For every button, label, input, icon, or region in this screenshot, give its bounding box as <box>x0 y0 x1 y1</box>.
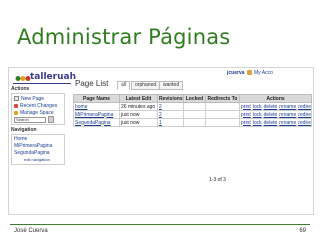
recent-changes-link[interactable]: Recent Changes <box>14 102 62 109</box>
rename-link[interactable]: rename <box>279 104 296 110</box>
user-link[interactable]: jcuerva <box>227 70 245 76</box>
column-latest-edit[interactable]: Latest Edit <box>119 94 158 103</box>
search-row: Search <box>14 116 62 123</box>
column-redirects-to[interactable]: Redirects To <box>205 94 240 103</box>
redirect-link[interactable]: redirect <box>298 104 310 110</box>
actions-box: New Page Recent Changes Manage Space Sea… <box>11 93 65 125</box>
revisions-link[interactable]: 2 <box>157 110 184 119</box>
table-header-row: Page Name Latest Edit Revisions Locked R… <box>73 94 312 103</box>
new-page-link[interactable]: New Page <box>14 95 62 102</box>
tab-orphaned[interactable]: orphaned <box>131 81 161 90</box>
footer-page-number: 69 <box>299 228 306 234</box>
new-page-label: New Page <box>21 95 45 102</box>
site-name-underline <box>13 83 71 84</box>
footer-author: José Cuerva <box>14 228 48 234</box>
locked-cell <box>183 110 206 119</box>
redirect-link[interactable]: redirect <box>298 120 310 126</box>
locked-cell <box>183 102 206 111</box>
page-name-link[interactable]: SegundaPagina <box>73 118 120 127</box>
row-actions: printlockdeleterenameredirect <box>239 118 312 127</box>
latest-edit: just now <box>119 110 158 119</box>
rename-link[interactable]: rename <box>279 120 296 126</box>
column-locked[interactable]: Locked <box>183 94 206 103</box>
print-link[interactable]: print <box>241 104 251 110</box>
recent-changes-label: Recent Changes <box>20 102 58 109</box>
lock-link[interactable]: lock <box>253 120 262 126</box>
new-page-icon <box>14 96 19 101</box>
my-account-link[interactable]: My Acco <box>254 70 273 76</box>
search-go-button[interactable] <box>48 116 54 123</box>
redirects-to-cell <box>205 118 240 127</box>
table-row: MiPrimeraPagina just now 2 print lock dele… <box>73 110 312 119</box>
table-row: SegundaPagina just now 1 print lock delete… <box>73 118 312 127</box>
redirects-to-cell <box>205 110 240 119</box>
row-actions: printlockdeleterenameredirect <box>239 102 312 111</box>
manage-space-icon <box>14 110 18 115</box>
actions-heading: Actions <box>11 86 30 92</box>
column-actions: Actions <box>239 94 312 103</box>
page-title: Page List <box>75 79 109 88</box>
recent-changes-icon <box>14 103 18 108</box>
column-page-name[interactable]: Page Name <box>73 94 120 103</box>
pagination-text: 1-3 of 3 <box>209 177 226 183</box>
tab-all[interactable]: all <box>117 81 131 90</box>
search-input[interactable]: Search <box>14 116 46 123</box>
print-link[interactable]: print <box>241 120 251 126</box>
slide-title: Administrar Páginas <box>17 25 231 49</box>
print-link[interactable]: print <box>241 112 251 118</box>
column-revisions[interactable]: Revisions <box>157 94 184 103</box>
delete-link[interactable]: delete <box>264 112 278 118</box>
delete-link[interactable]: delete <box>264 120 278 126</box>
sidebar: Actions New Page Recent Changes Manage S… <box>9 86 67 167</box>
tab-wanted[interactable]: wanted <box>159 81 184 90</box>
page-list-table: Page Name Latest Edit Revisions Locked R… <box>73 94 312 127</box>
revisions-link[interactable]: 2 <box>157 102 184 111</box>
navigation-box: Home MiPrimeraPagina SegundaPagina edit … <box>11 134 65 165</box>
page-list-table-wrap: Page Name Latest Edit Revisions Locked R… <box>73 94 312 127</box>
table-row: home 26 minutes ago 2 print lock delete ren… <box>73 102 312 111</box>
revisions-link[interactable]: 1 <box>157 118 184 127</box>
redirects-to-cell <box>205 102 240 111</box>
page-name-link[interactable]: home <box>73 102 120 111</box>
lock-link[interactable]: lock <box>253 112 262 118</box>
rename-link[interactable]: rename <box>279 112 296 118</box>
nav-item-miprimerapagina[interactable]: MiPrimeraPagina <box>14 143 62 150</box>
row-actions: printlockdeleterenameredirect <box>239 110 312 119</box>
manage-space-label: Manage Space <box>20 109 54 116</box>
locked-cell <box>183 118 206 127</box>
edit-navigation-link[interactable]: edit navigation <box>14 157 62 163</box>
latest-edit: just now <box>119 118 158 127</box>
account-icon <box>247 70 252 75</box>
nav-item-home[interactable]: Home <box>14 136 62 143</box>
wiki-logo-icon <box>15 76 31 81</box>
navigation-heading: Navigation <box>11 127 37 133</box>
lock-link[interactable]: lock <box>253 104 262 110</box>
wiki-screenshot: jcuerva My Acco talleruah Page List all … <box>8 67 314 215</box>
nav-item-segundapagina[interactable]: SegundaPagina <box>14 150 62 157</box>
footer-divider <box>10 224 310 225</box>
manage-space-link[interactable]: Manage Space <box>14 109 62 116</box>
redirect-link[interactable]: redirect <box>298 112 310 118</box>
delete-link[interactable]: delete <box>264 104 278 110</box>
page-name-link[interactable]: MiPrimeraPagina <box>73 110 120 119</box>
site-name[interactable]: talleruah <box>30 72 76 82</box>
latest-edit: 26 minutes ago <box>119 102 158 111</box>
